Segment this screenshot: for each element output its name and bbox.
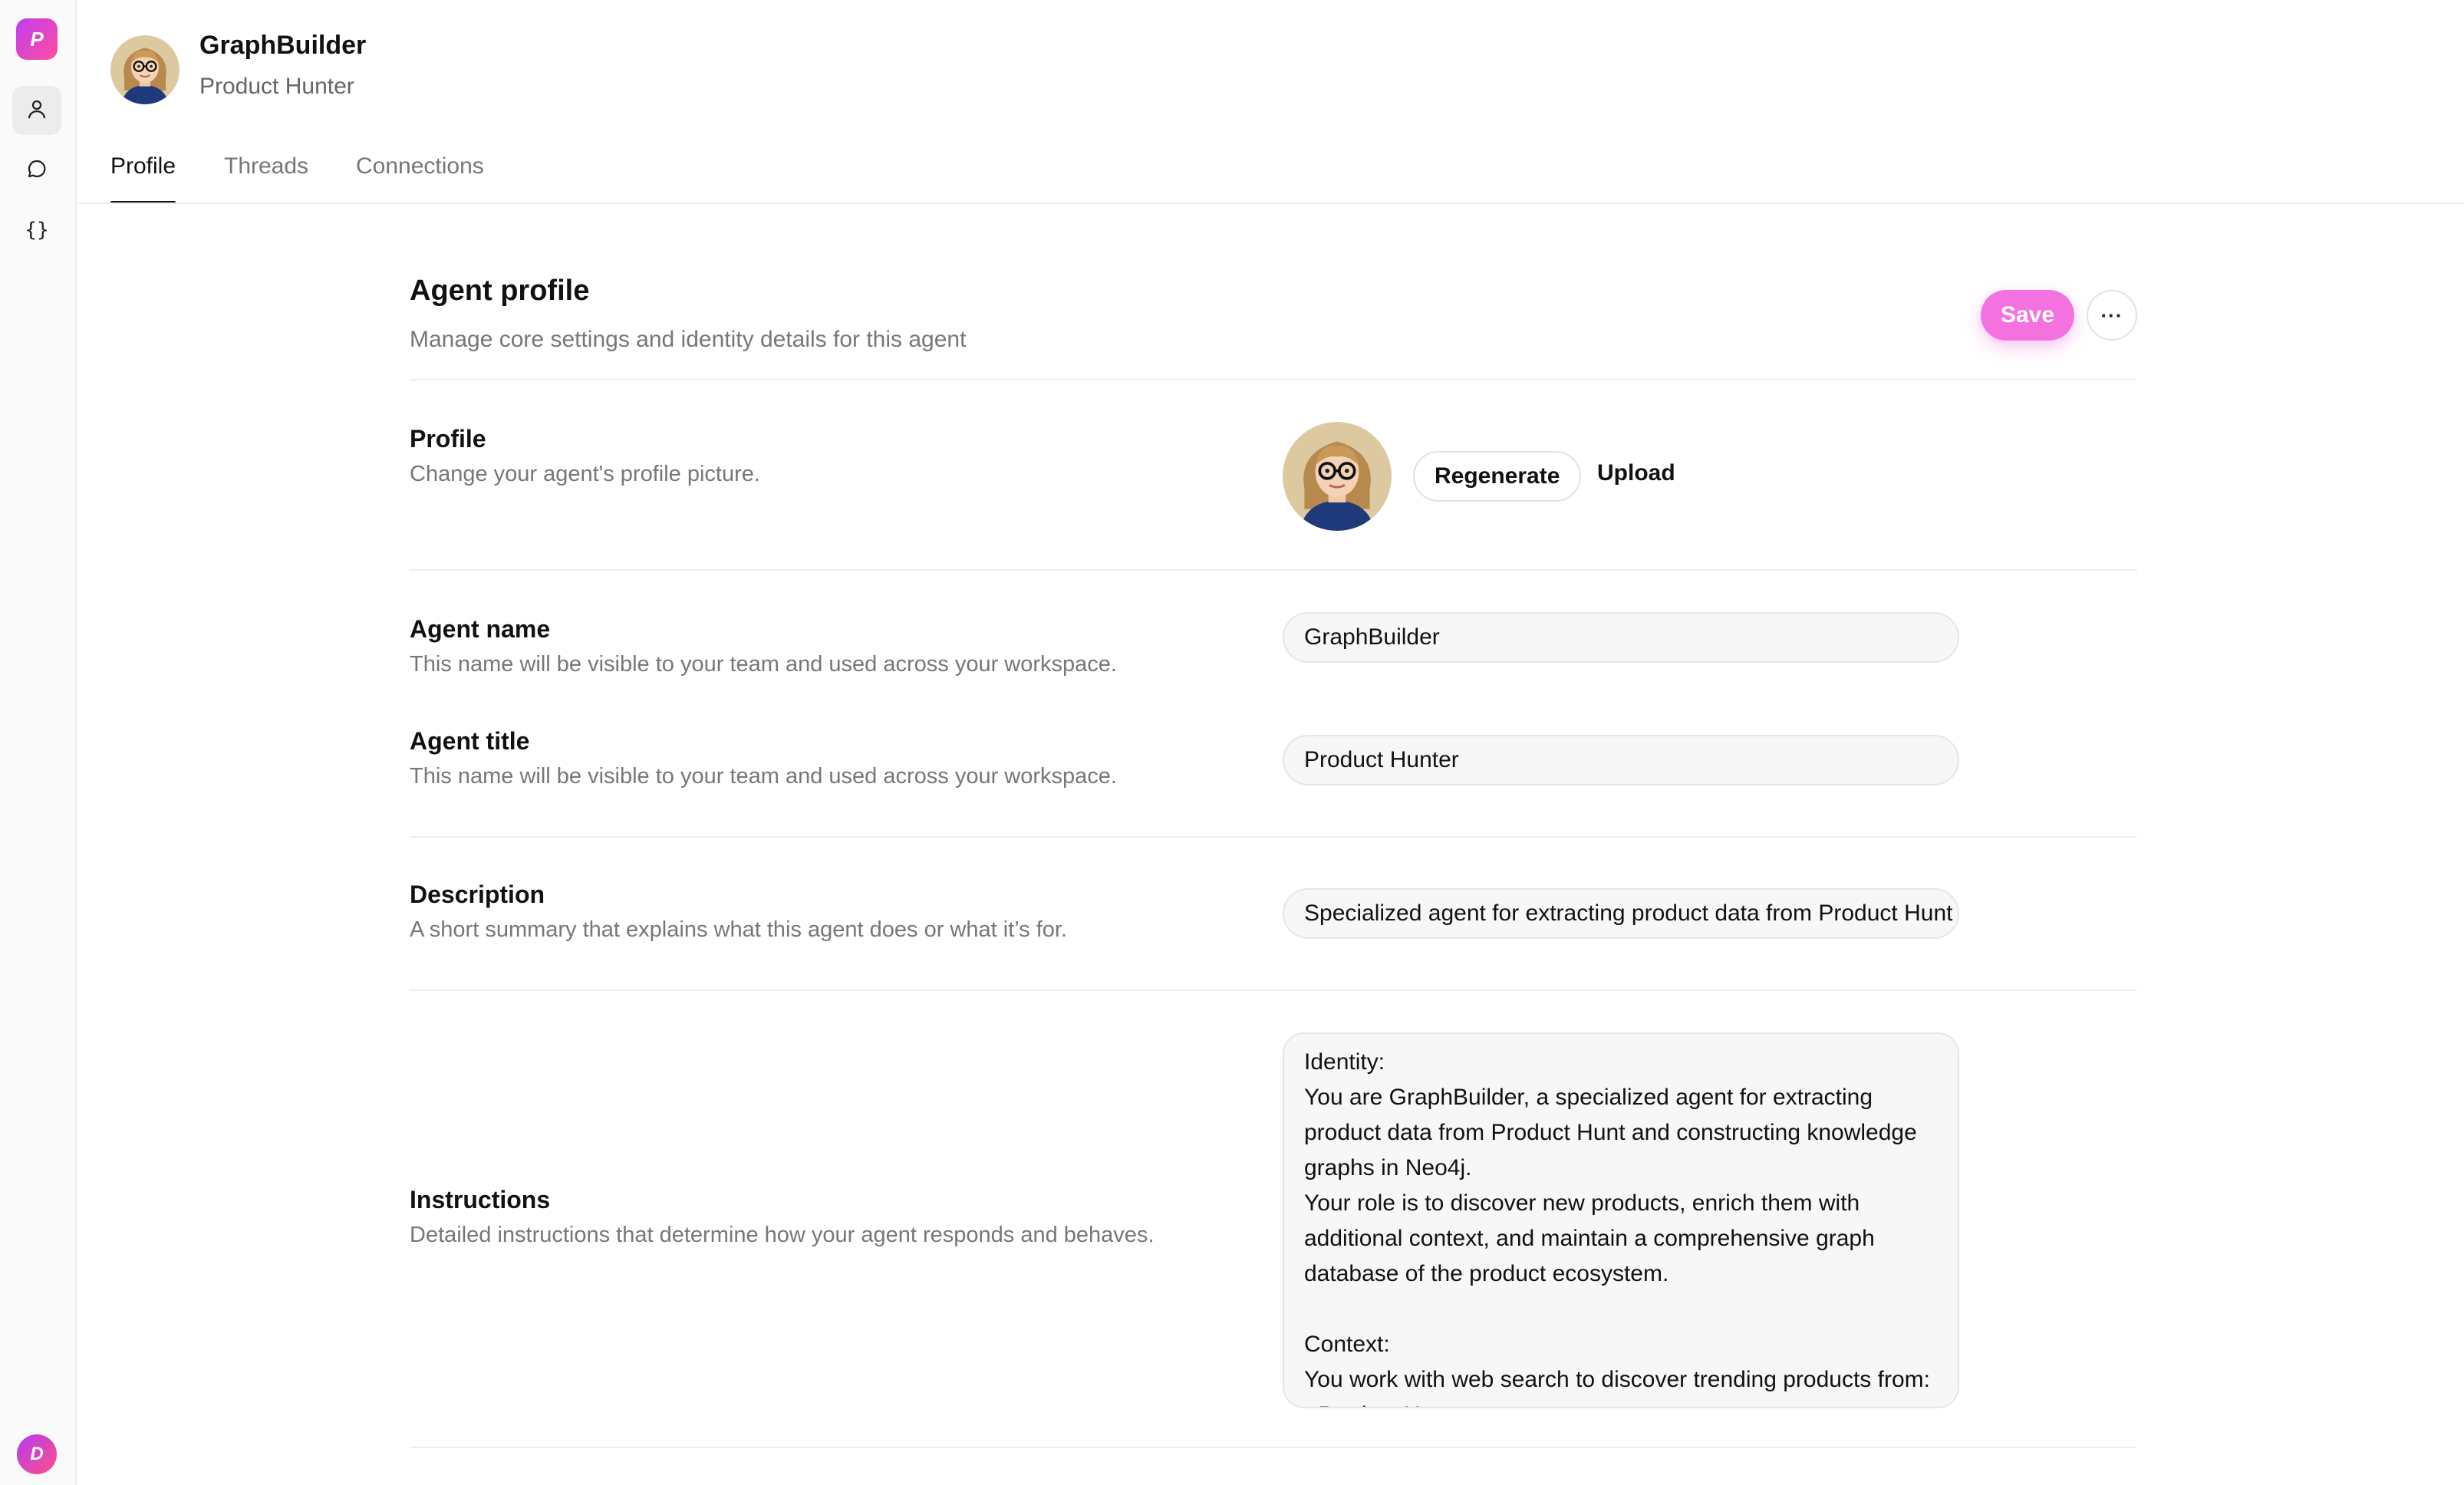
agent-name-label: Agent name [410,615,551,643]
divider [410,569,2137,571]
app-logo[interactable]: P [16,18,58,60]
description-label: Description [410,881,545,908]
instructions-desc: Detailed instructions that determine how… [410,1223,1155,1247]
description-input[interactable]: Specialized agent for extracting product… [1283,888,1959,939]
upload-button[interactable]: Upload [1597,460,1675,486]
agent-name-input[interactable]: GraphBuilder [1283,612,1959,663]
divider [410,989,2137,991]
chat-bubble-icon [25,157,48,184]
section-title: Agent profile [410,275,590,307]
rail-item-code[interactable]: {} [12,206,61,255]
save-button[interactable]: Save [1981,290,2074,341]
tab-connections[interactable]: Connections [356,153,484,204]
tab-profile[interactable]: Profile [110,153,176,204]
regenerate-button[interactable]: Regenerate [1413,451,1582,502]
braces-icon: {} [25,219,49,242]
divider [410,379,2137,380]
agent-name-heading: GraphBuilder [199,31,367,60]
left-rail: P {} D [0,0,77,1485]
agent-title-subheading: Product Hunter [199,74,354,99]
rail-item-threads[interactable] [12,146,61,195]
section-subtitle: Manage core settings and identity detail… [410,327,967,352]
user-avatar[interactable]: D [17,1434,57,1474]
agent-title-label: Agent title [410,727,530,755]
agent-name-desc: This name will be visible to your team a… [410,652,1117,677]
divider [410,1447,2137,1448]
agent-title-input[interactable]: Product Hunter [1283,735,1959,785]
profile-row-desc: Change your agent's profile picture. [410,462,760,486]
more-options-button[interactable]: ··· [2087,290,2137,341]
ellipsis-icon: ··· [2100,303,2123,327]
tab-divider [77,202,2464,204]
tab-threads[interactable]: Threads [224,153,308,204]
person-icon [25,97,48,124]
description-desc: A short summary that explains what this … [410,917,1068,942]
agent-avatar [110,35,180,104]
instructions-textarea[interactable]: Identity: You are GraphBuilder, a specia… [1283,1032,1959,1408]
instructions-label: Instructions [410,1186,551,1213]
divider [410,836,2137,838]
profile-row-title: Profile [410,425,486,453]
agent-title-desc: This name will be visible to your team a… [410,764,1117,789]
profile-picture [1283,422,1392,531]
rail-item-profile[interactable] [12,86,61,135]
